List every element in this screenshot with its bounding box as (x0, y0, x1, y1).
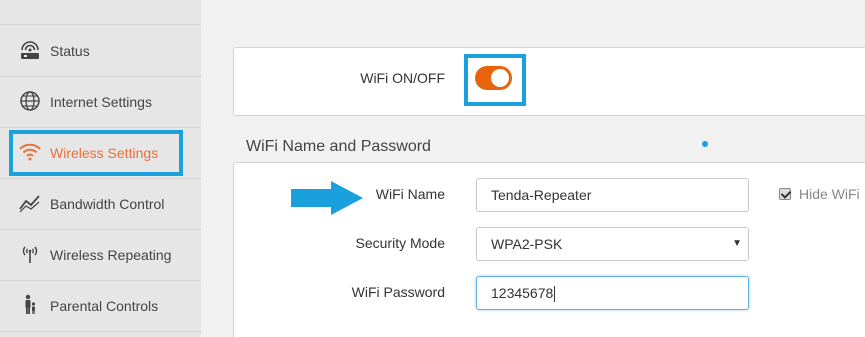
dot-marker (702, 141, 708, 147)
hide-wifi-label: Hide WiFi (799, 186, 860, 202)
wifi-icon (19, 143, 41, 161)
sidebar-item-status[interactable]: Status (0, 26, 201, 77)
router-icon (21, 41, 39, 59)
sidebar-item-label: Status (50, 43, 90, 59)
wifi-password-label: WiFi Password (351, 284, 445, 300)
wifi-password-input[interactable]: 12345678 (476, 276, 749, 310)
sidebar-item-bandwidth-control[interactable]: Bandwidth Control (0, 179, 201, 230)
sidebar-item-label: Internet Settings (50, 94, 152, 110)
toggle-knob (491, 69, 509, 87)
hide-wifi-checkbox[interactable] (779, 188, 791, 200)
section-title: WiFi Name and Password (246, 138, 431, 155)
antenna-icon (22, 246, 38, 263)
security-mode-value: WPA2-PSK (491, 236, 563, 252)
sidebar-item-parental-controls[interactable]: Parental Controls (0, 281, 201, 332)
sidebar-top-strip (0, 0, 201, 25)
wifi-name-label: WiFi Name (375, 186, 445, 202)
wifi-name-input[interactable]: Tenda-Repeater (476, 178, 749, 212)
sidebar-item-label: Parental Controls (50, 298, 159, 314)
sidebar: Status Internet Settings Wireless Settin… (0, 0, 201, 337)
wifi-password-value: 12345678 (491, 285, 554, 301)
sidebar-item-label: Wireless Repeating (50, 247, 172, 263)
bandwidth-chart-icon (19, 195, 40, 213)
sidebar-item-wireless-repeating[interactable]: Wireless Repeating (0, 230, 201, 281)
wifi-switch-label: WiFi ON/OFF (360, 70, 445, 86)
text-caret (554, 286, 556, 303)
hide-wifi-option[interactable]: Hide WiFi (779, 186, 860, 202)
sidebar-item-label: Bandwidth Control (50, 196, 165, 212)
security-mode-select[interactable]: WPA2-PSK ▼ (476, 227, 749, 261)
sidebar-item-label: Wireless Settings (50, 145, 159, 161)
globe-icon (20, 91, 40, 111)
sidebar-item-internet-settings[interactable]: Internet Settings (0, 77, 201, 128)
sidebar-item-wireless-settings[interactable]: Wireless Settings (0, 128, 201, 179)
family-icon (25, 294, 36, 314)
security-mode-label: Security Mode (355, 235, 445, 251)
wifi-toggle[interactable] (475, 66, 512, 90)
chevron-down-icon: ▼ (732, 238, 742, 249)
